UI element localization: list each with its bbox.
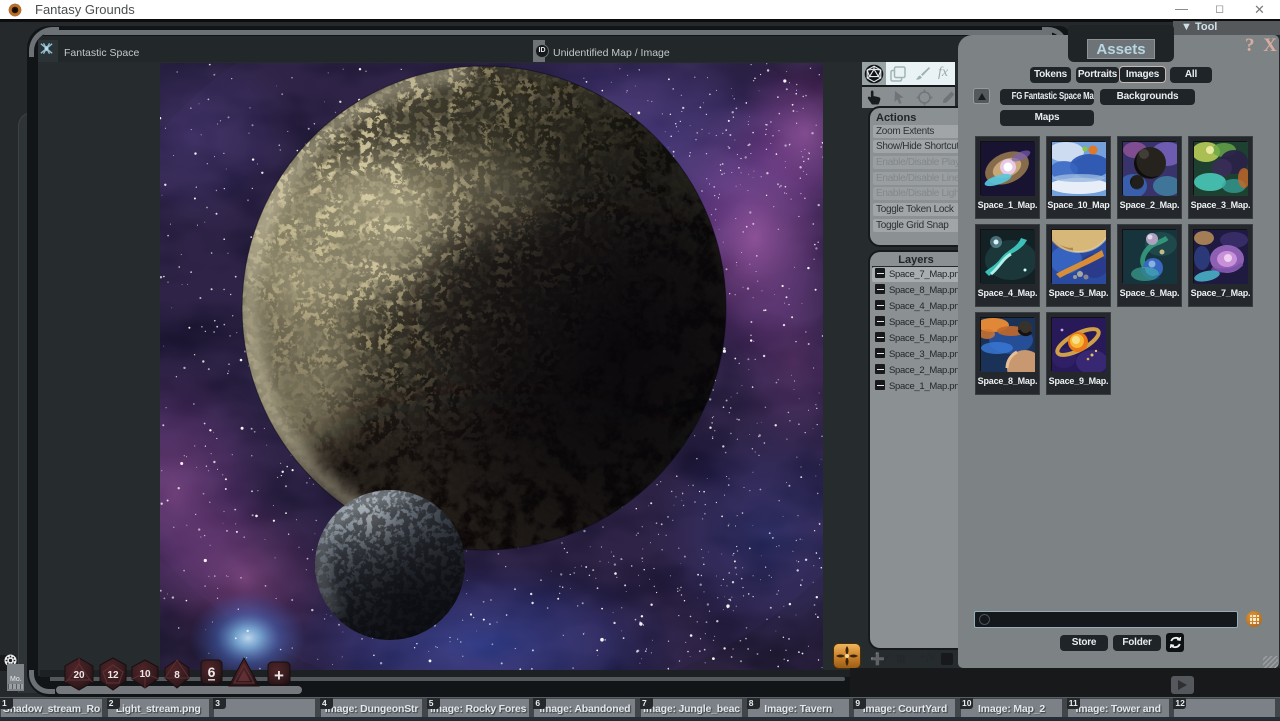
svg-text:6: 6 xyxy=(208,664,216,680)
svg-text:8: 8 xyxy=(174,670,180,681)
svg-text:10: 10 xyxy=(139,669,151,680)
svg-text:+: + xyxy=(274,666,284,685)
svg-text:20: 20 xyxy=(73,670,85,681)
svg-text:12: 12 xyxy=(107,670,119,681)
